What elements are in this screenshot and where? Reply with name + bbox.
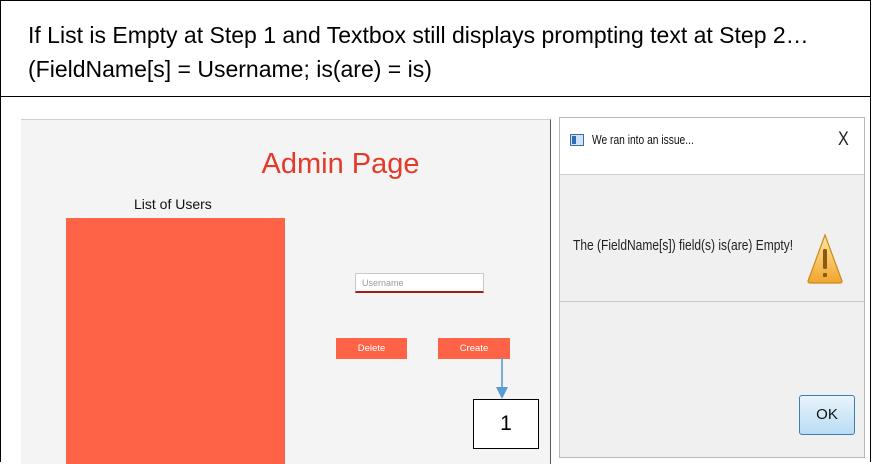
admin-page-title: Admin Page bbox=[261, 148, 420, 180]
admin-page-screenshot: Admin Page List of Users Username Delete… bbox=[21, 119, 551, 464]
delete-button[interactable]: Delete bbox=[336, 338, 407, 359]
username-input[interactable]: Username bbox=[355, 273, 484, 293]
dialog-body: The (FieldName[s]) field(s) is(are) Empt… bbox=[560, 175, 864, 302]
dialog-message: The (FieldName[s]) field(s) is(are) Empt… bbox=[573, 237, 794, 254]
step-number-label: 1 bbox=[473, 399, 539, 449]
app-window-icon bbox=[570, 134, 584, 146]
error-dialog-screenshot: We ran into an issue... X The (FieldName… bbox=[559, 117, 865, 458]
create-button[interactable]: Create bbox=[438, 338, 510, 359]
step-arrow-icon bbox=[496, 357, 508, 399]
dialog-title: We ran into an issue... bbox=[592, 133, 694, 147]
list-of-users-label: List of Users bbox=[134, 196, 212, 212]
dialog-titlebar: We ran into an issue... X bbox=[560, 118, 864, 175]
caption-text: If List is Empty at Step 1 and Textbox s… bbox=[28, 22, 809, 82]
ok-button[interactable]: OK bbox=[799, 395, 855, 435]
close-button[interactable]: X bbox=[838, 129, 849, 151]
users-list[interactable] bbox=[66, 218, 285, 464]
caption-cell: If List is Empty at Step 1 and Textbox s… bbox=[1, 1, 871, 97]
warning-icon bbox=[807, 233, 843, 284]
